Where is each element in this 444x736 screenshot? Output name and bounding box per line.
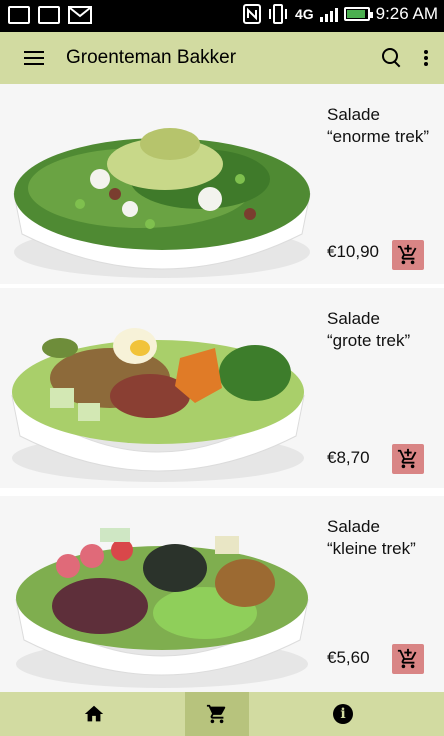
- home-icon: [84, 705, 104, 722]
- app-title: Groenteman Bakker: [66, 47, 237, 68]
- status-time: 9:26 AM: [375, 4, 438, 23]
- app-bar: Groenteman Bakker: [0, 32, 444, 84]
- product-item-enorme-trek[interactable]: Salade “enorme trek” €10,90: [0, 84, 444, 284]
- more-vert-icon[interactable]: [424, 50, 428, 66]
- gmail-icon: [68, 6, 92, 24]
- battery-icon: [343, 7, 373, 21]
- salad-small-image: [15, 528, 309, 688]
- product-price: €5,60: [327, 648, 370, 667]
- system-icons: 4G 9:26 AM: [242, 4, 438, 24]
- product-price: €10,90: [327, 242, 379, 261]
- add-to-cart-button[interactable]: [392, 444, 424, 474]
- notification-icons: [8, 6, 92, 24]
- salad-large-image: [13, 128, 311, 278]
- menu-icon[interactable]: [24, 50, 46, 66]
- nav-home[interactable]: [62, 692, 126, 736]
- add-shopping-cart-icon: [397, 448, 417, 469]
- product-item-grote-trek[interactable]: Salade “grote trek” €8,70: [0, 288, 444, 488]
- shopping-cart-icon: [206, 704, 226, 724]
- product-item-kleine-trek[interactable]: Salade “kleine trek” €5,60: [0, 496, 444, 692]
- add-shopping-cart-icon: [397, 244, 417, 265]
- add-shopping-cart-icon: [397, 648, 417, 669]
- salad-medium-image: [11, 328, 305, 482]
- vibrate-icon: [268, 4, 287, 24]
- product-name-line2: “enorme trek”: [327, 127, 430, 146]
- nav-info[interactable]: i: [311, 692, 375, 736]
- product-name-line1: Salade: [327, 309, 380, 328]
- product-name-line1: Salade: [327, 517, 380, 536]
- product-name: Salade “grote trek”: [327, 308, 442, 352]
- product-name: Salade “kleine trek”: [327, 516, 442, 560]
- add-to-cart-button[interactable]: [392, 644, 424, 674]
- product-name-line2: “grote trek”: [327, 331, 411, 350]
- status-bar: 4G 9:26 AM: [0, 0, 444, 32]
- photo-notification-icon: [8, 6, 30, 24]
- info-icon: i: [333, 704, 353, 724]
- nav-cart[interactable]: [185, 692, 249, 736]
- bottom-navigation: i: [0, 692, 444, 736]
- search-icon[interactable]: [382, 48, 402, 68]
- product-price: €8,70: [327, 448, 370, 467]
- product-list: Salade “enorme trek” €10,90 Salade “grot…: [0, 84, 444, 692]
- network-type-label: 4G: [294, 6, 314, 22]
- signal-icon: [319, 6, 338, 22]
- product-name-line2: “kleine trek”: [327, 539, 416, 558]
- product-name: Salade “enorme trek”: [327, 104, 442, 148]
- product-name-line1: Salade: [327, 105, 380, 124]
- nfc-icon: [242, 4, 261, 24]
- keyboard-notification-icon: [38, 6, 60, 24]
- add-to-cart-button[interactable]: [392, 240, 424, 270]
